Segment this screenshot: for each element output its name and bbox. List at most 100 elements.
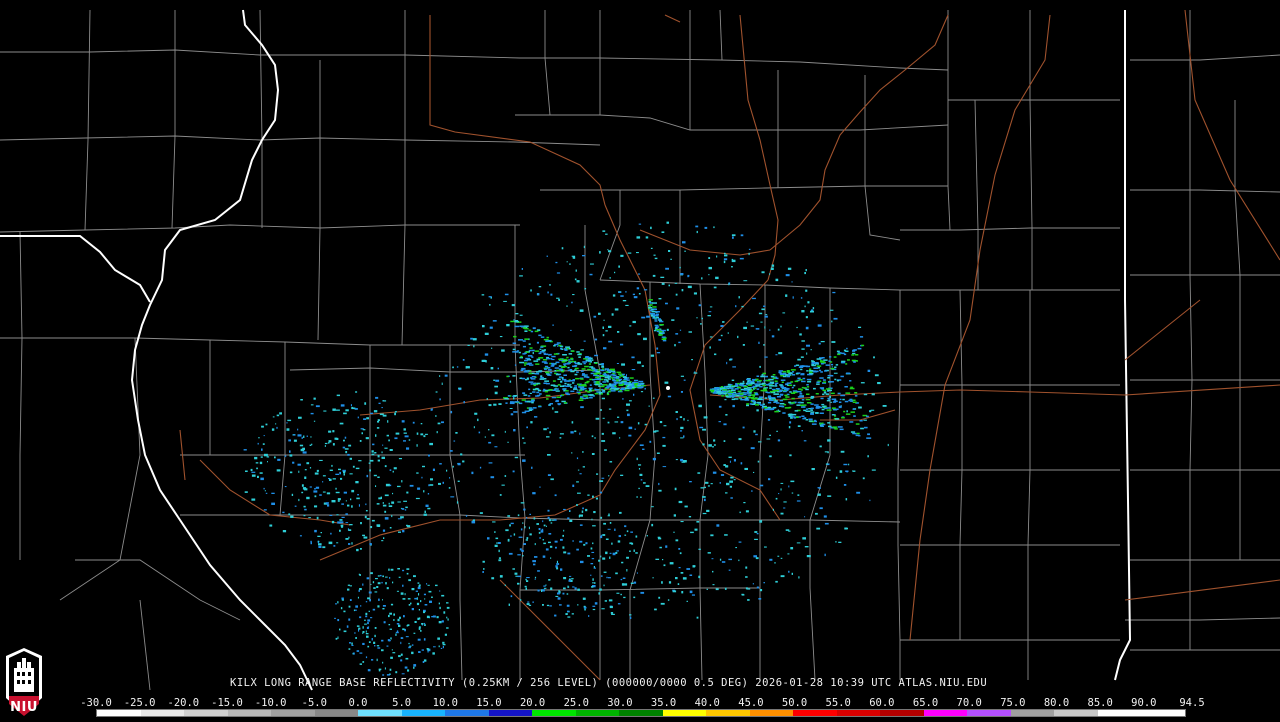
echo-pixel xyxy=(542,520,544,523)
echo-pixel xyxy=(756,533,759,535)
echo-pixel xyxy=(318,543,320,545)
echo-pixel xyxy=(495,379,500,382)
echo-pixel xyxy=(522,340,526,342)
echo-pixel xyxy=(562,378,567,381)
echo-pixel xyxy=(291,493,294,496)
echo-pixel xyxy=(290,515,294,518)
echo-pixel xyxy=(424,433,428,435)
echo-pixel xyxy=(251,498,256,501)
echo-pixel xyxy=(506,375,509,378)
echo-pixel xyxy=(588,363,591,365)
echo-pixel xyxy=(580,396,584,398)
colorbar-segment xyxy=(706,710,750,716)
echo-pixel xyxy=(660,276,665,278)
echo-pixel xyxy=(698,548,701,550)
echo-pixel xyxy=(345,513,348,515)
echo-pixel xyxy=(831,341,836,343)
echo-pixel xyxy=(407,598,411,600)
echo-pixel xyxy=(551,364,555,366)
echo-pixel xyxy=(354,632,356,634)
echo-pixel xyxy=(429,442,433,446)
echo-pixel xyxy=(534,350,540,352)
echo-pixel xyxy=(787,553,790,555)
echo-pixel xyxy=(589,273,593,276)
echo-pixel xyxy=(582,361,587,363)
echo-pixel xyxy=(365,601,368,603)
echo-pixel xyxy=(420,630,422,632)
echo-pixel xyxy=(813,371,818,373)
echo-pixel xyxy=(416,444,418,447)
echo-pixel xyxy=(557,378,561,380)
echo-pixel xyxy=(620,421,624,424)
echo-pixel xyxy=(254,456,258,460)
echo-pixel xyxy=(585,508,588,512)
echo-pixel xyxy=(582,507,584,510)
echo-pixel xyxy=(805,269,807,272)
echo-pixel xyxy=(515,313,519,315)
echo-pixel xyxy=(620,593,622,596)
echo-pixel xyxy=(721,395,724,397)
echo-pixel xyxy=(537,589,540,592)
echo-pixel xyxy=(393,467,397,470)
echo-pixel xyxy=(557,384,561,386)
echo-pixel xyxy=(535,387,539,390)
echo-pixel xyxy=(538,286,542,288)
echo-pixel xyxy=(395,671,398,674)
echo-pixel xyxy=(264,490,266,492)
echo-pixel xyxy=(437,422,441,425)
echo-pixel xyxy=(341,516,345,518)
echo-pixel xyxy=(738,397,742,399)
echo-pixel xyxy=(845,413,851,415)
echo-pixel xyxy=(732,366,736,368)
echo-pixel xyxy=(481,294,485,296)
echo-pixel xyxy=(774,380,778,382)
echo-pixel xyxy=(559,368,563,371)
echo-pixel xyxy=(337,498,341,501)
echo-pixel xyxy=(859,336,864,338)
echo-pixel xyxy=(371,659,374,661)
echo-pixel xyxy=(514,364,517,366)
echo-pixel xyxy=(574,278,577,281)
echo-pixel xyxy=(441,594,445,597)
echo-pixel xyxy=(411,644,414,646)
echo-pixel xyxy=(818,487,821,489)
echo-pixel xyxy=(724,252,726,254)
echo-pixel xyxy=(543,542,546,545)
echo-pixel xyxy=(629,550,631,552)
echo-pixel xyxy=(788,530,791,532)
echo-pixel xyxy=(404,593,406,596)
echo-pixel xyxy=(659,421,663,424)
echo-pixel xyxy=(594,354,598,357)
scale-label: 5.0 xyxy=(392,697,412,709)
echo-pixel xyxy=(288,513,291,516)
echo-pixel xyxy=(832,426,838,428)
echo-pixel xyxy=(572,540,574,542)
echo-pixel xyxy=(384,510,387,513)
echo-pixel xyxy=(310,412,314,415)
echo-pixel xyxy=(524,526,526,529)
echo-pixel xyxy=(542,539,544,541)
echo-pixel xyxy=(769,329,771,331)
echo-pixel xyxy=(654,608,657,611)
echo-pixel xyxy=(347,588,350,591)
echo-pixel xyxy=(679,329,682,331)
echo-pixel xyxy=(537,389,542,392)
echo-pixel xyxy=(835,364,839,366)
echo-pixel xyxy=(522,459,526,462)
echo-pixel xyxy=(723,392,727,395)
echo-pixel xyxy=(586,380,590,383)
echo-pixel xyxy=(840,450,845,453)
echo-pixel xyxy=(806,555,811,558)
echo-pixel xyxy=(826,409,832,411)
echo-pixel xyxy=(638,468,641,470)
echo-pixel xyxy=(378,402,381,404)
echo-pixel xyxy=(555,261,558,264)
echo-pixel xyxy=(310,404,314,406)
echo-pixel xyxy=(353,609,355,612)
echo-pixel xyxy=(622,300,627,302)
echo-pixel xyxy=(398,624,401,627)
echo-pixel xyxy=(852,352,856,355)
echo-pixel xyxy=(372,443,375,446)
echo-pixel xyxy=(483,568,485,570)
echo-pixel xyxy=(572,586,575,588)
